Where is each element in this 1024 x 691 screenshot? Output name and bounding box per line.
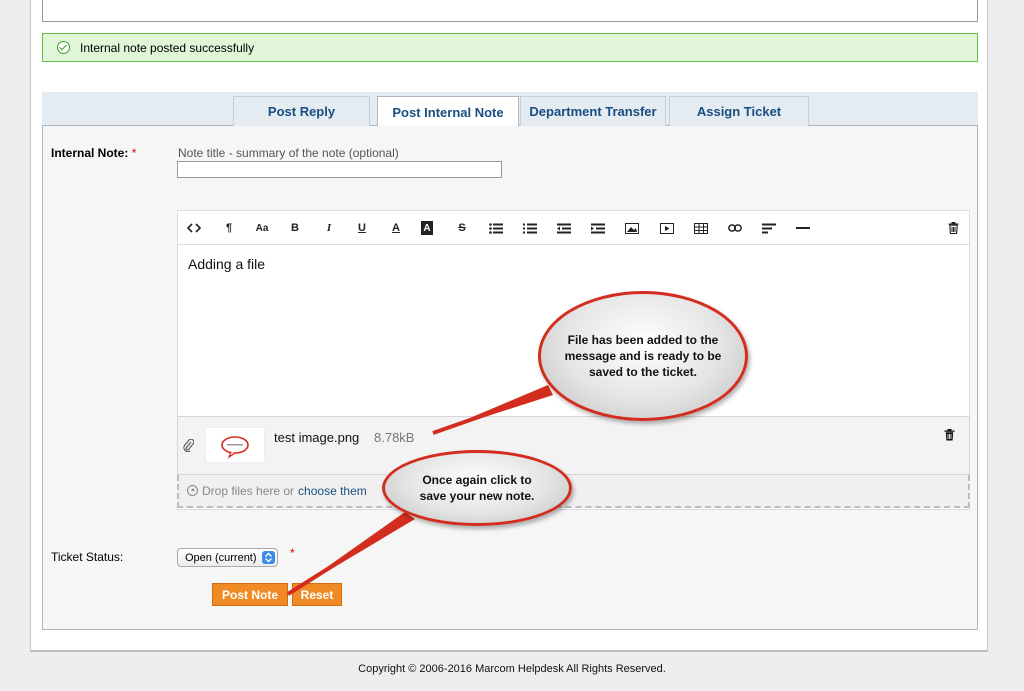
callout-click-save: Once again click to save your new note. bbox=[382, 450, 572, 526]
footer-copyright: Copyright © 2006-2016 Marcom Helpdesk Al… bbox=[358, 663, 666, 675]
callout-file-added: File has been added to the message and i… bbox=[538, 291, 748, 421]
annotation-arrows bbox=[286, 385, 553, 596]
